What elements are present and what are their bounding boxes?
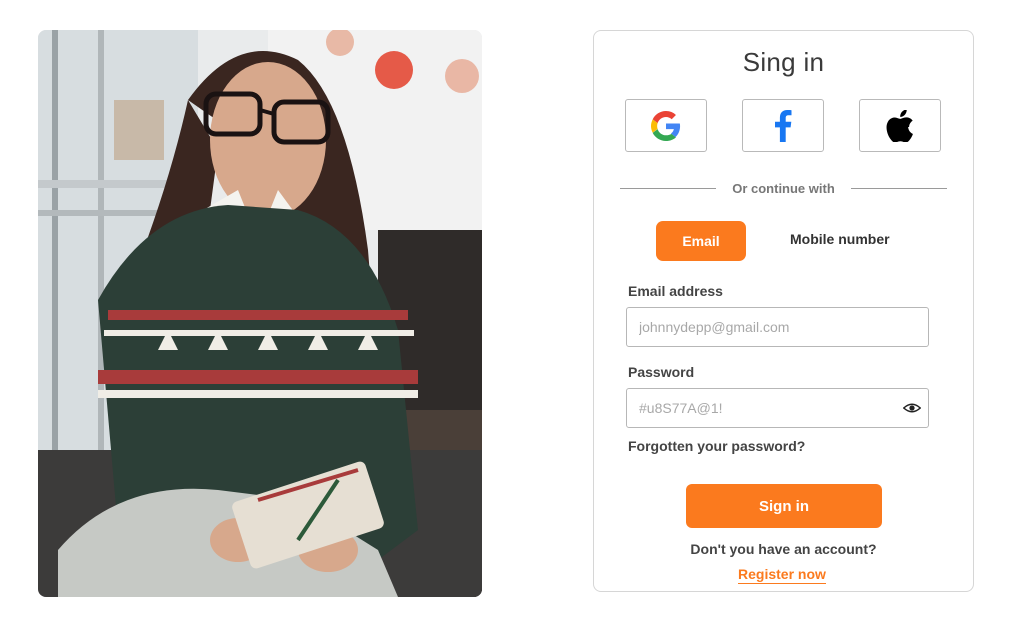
eye-icon[interactable]: [903, 401, 921, 415]
password-field[interactable]: [626, 388, 929, 428]
no-account-text: Don't you have an account?: [690, 541, 877, 557]
register-link[interactable]: Register now: [738, 566, 826, 584]
sign-in-button[interactable]: Sign in: [686, 484, 882, 528]
apple-icon: [886, 109, 913, 142]
page-title: Sing in: [742, 47, 825, 77]
email-field[interactable]: [626, 307, 929, 347]
tab-mobile-number[interactable]: Mobile number: [790, 231, 890, 247]
password-label: Password: [628, 364, 695, 380]
hero-photo: [38, 30, 482, 597]
facebook-sign-in-button[interactable]: [742, 99, 824, 152]
google-icon: [651, 110, 681, 141]
facebook-icon: [775, 109, 792, 142]
divider: Or continue with: [620, 181, 947, 197]
forgot-password-link[interactable]: Forgotten your password?: [628, 438, 805, 454]
email-label: Email address: [628, 283, 723, 299]
google-sign-in-button[interactable]: [625, 99, 707, 152]
tab-email[interactable]: Email: [656, 221, 746, 261]
apple-sign-in-button[interactable]: [859, 99, 941, 152]
sign-in-card: Sing in Or continue with Email Mobile nu…: [593, 30, 974, 592]
